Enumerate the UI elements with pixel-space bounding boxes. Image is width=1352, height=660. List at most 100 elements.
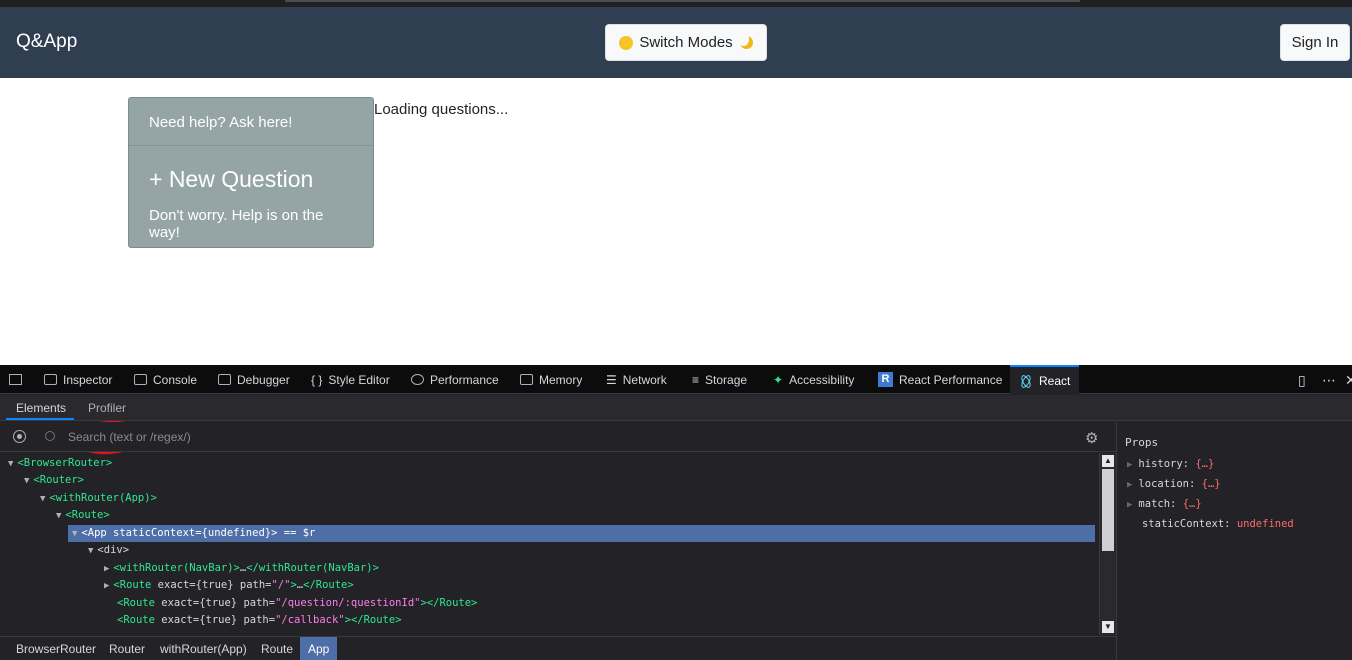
breadcrumb: BrowserRouter Router withRouter(App) Rou… bbox=[0, 636, 1116, 660]
tab-memory[interactable]: Memory bbox=[520, 365, 582, 394]
tree-tag: <Route bbox=[117, 597, 155, 609]
breadcrumb-item-active[interactable]: App bbox=[300, 637, 338, 660]
expand-arrow-icon[interactable]: ▶ bbox=[1127, 500, 1132, 510]
component-tree: ▼ <BrowserRouter> ▼ <Router> ▼ <withRouter(… bbox=[0, 453, 1098, 635]
new-question-card[interactable]: Need help? Ask here! + New Question Don'… bbox=[128, 97, 374, 248]
more-options-icon[interactable]: ⋯ bbox=[1322, 372, 1336, 389]
tree-attr-value: "/callback" bbox=[275, 614, 345, 626]
loading-questions-text: Loading questions... bbox=[374, 101, 509, 118]
expand-arrow-icon[interactable]: ▶ bbox=[1127, 480, 1132, 490]
card-header: Need help? Ask here! bbox=[129, 98, 373, 146]
tab-label: Storage bbox=[705, 372, 748, 387]
tree-tag: <Router> bbox=[33, 474, 84, 486]
scroll-thumb[interactable] bbox=[1102, 469, 1114, 551]
scroll-up-icon[interactable]: ▲ bbox=[1102, 455, 1114, 467]
breadcrumb-item[interactable]: Route bbox=[253, 637, 301, 660]
target-icon[interactable] bbox=[13, 430, 26, 443]
prop-row[interactable]: ▶ location: {…} bbox=[1127, 474, 1221, 494]
tab-react-performance[interactable]: R React Performance bbox=[878, 365, 1002, 394]
tree-row[interactable]: ▶ <withRouter(NavBar)>…</withRouter(NavBa… bbox=[104, 560, 379, 577]
console-icon bbox=[134, 374, 147, 385]
tab-style-editor[interactable]: { } Style Editor bbox=[311, 365, 390, 394]
tree-row[interactable]: <Route exact={true} path="/callback"></R… bbox=[117, 612, 402, 629]
prop-row[interactable]: ▶ history: {…} bbox=[1127, 454, 1214, 474]
search-input[interactable] bbox=[62, 426, 962, 448]
breadcrumb-item[interactable]: Router bbox=[101, 637, 153, 660]
dock-side-icon[interactable]: ▯ bbox=[1298, 372, 1306, 389]
prop-key: history: bbox=[1138, 458, 1189, 470]
gear-icon[interactable]: ⚙ bbox=[1085, 429, 1098, 447]
subtab-elements[interactable]: Elements bbox=[16, 401, 66, 415]
tree-row[interactable]: ▼ <Router> bbox=[24, 472, 84, 489]
sign-in-button[interactable]: Sign In bbox=[1280, 24, 1350, 61]
switch-modes-label: Switch Modes bbox=[639, 34, 733, 51]
search-row: ⚙ bbox=[0, 422, 1116, 452]
tab-label: Memory bbox=[539, 372, 583, 387]
breadcrumb-item[interactable]: withRouter(App) bbox=[152, 637, 255, 660]
tab-console[interactable]: Console bbox=[134, 365, 197, 394]
app-brand[interactable]: Q&App bbox=[16, 31, 77, 53]
tree-attr-value: "/question/:questionId" bbox=[275, 597, 421, 609]
scroll-down-icon[interactable]: ▼ bbox=[1102, 621, 1114, 633]
tab-label: Debugger bbox=[237, 372, 290, 387]
react-atom-icon bbox=[1019, 374, 1033, 388]
expand-arrow-icon[interactable]: ▼ bbox=[24, 476, 29, 486]
prop-key: match: bbox=[1138, 498, 1177, 510]
devtools-panel: Inspector Console Debugger { } Style Edit… bbox=[0, 365, 1352, 660]
expand-arrow-icon[interactable]: ▼ bbox=[88, 546, 93, 556]
tree-attr: exact= bbox=[154, 597, 200, 609]
tree-tag: <BrowserRouter> bbox=[17, 457, 113, 469]
expand-arrow-icon[interactable]: ▶ bbox=[104, 564, 109, 574]
tree-row[interactable]: <Route exact={true} path="/question/:que… bbox=[117, 595, 477, 612]
tree-row-selected[interactable]: ▼ <App staticContext={undefined}> == $r bbox=[68, 525, 1095, 542]
tree-attr: path= bbox=[237, 614, 276, 626]
close-icon[interactable]: ✕ bbox=[1345, 372, 1352, 389]
expand-arrow-icon[interactable]: ▶ bbox=[104, 581, 109, 591]
prop-value: {…} bbox=[1201, 478, 1221, 490]
tab-performance[interactable]: Performance bbox=[411, 365, 499, 394]
tab-label: React Performance bbox=[899, 372, 1003, 387]
tab-storage[interactable]: ≡ Storage bbox=[692, 365, 747, 394]
tab-accessibility[interactable]: ✦ Accessibility bbox=[773, 365, 854, 394]
props-pane: Props ▶ history: {…} ▶ location: {…} ▶ matc… bbox=[1116, 422, 1352, 660]
tree-tag: </withRouter(NavBar)> bbox=[246, 562, 379, 574]
expand-arrow-icon[interactable]: ▼ bbox=[72, 529, 77, 539]
tree-attr-value: {true} bbox=[199, 614, 238, 626]
tree-row[interactable]: ▼ <div> bbox=[88, 542, 129, 559]
moon-icon bbox=[737, 34, 754, 51]
prop-row[interactable]: ▶ match: {…} bbox=[1127, 494, 1202, 514]
tree-scrollbar[interactable]: ▲ ▼ bbox=[1099, 453, 1116, 635]
accessibility-icon: ✦ bbox=[773, 372, 784, 387]
storage-icon: ≡ bbox=[692, 372, 700, 387]
tab-inspector[interactable]: Inspector bbox=[44, 365, 112, 394]
tree-tag: <withRouter(NavBar)> bbox=[113, 562, 240, 574]
expand-arrow-icon[interactable]: ▼ bbox=[40, 494, 45, 504]
tree-attr-value: {true} bbox=[195, 579, 234, 591]
tree-tag: </Route> bbox=[303, 579, 354, 591]
tree-row[interactable]: ▼ <Route> bbox=[56, 507, 110, 524]
tree-attr-value: {undefined} bbox=[201, 527, 272, 539]
active-subtab-indicator bbox=[6, 418, 74, 420]
expand-arrow-icon[interactable]: ▶ bbox=[1127, 460, 1132, 470]
new-question-title: + New Question bbox=[149, 166, 314, 192]
debugger-icon bbox=[218, 374, 231, 385]
tab-react[interactable]: React bbox=[1010, 365, 1079, 394]
prop-value: {…} bbox=[1182, 498, 1202, 510]
card-text: Don't worry. Help is on the way! bbox=[149, 207, 324, 241]
subtab-profiler[interactable]: Profiler bbox=[88, 401, 126, 415]
tree-row[interactable]: ▼ <withRouter(App)> bbox=[40, 490, 157, 507]
tab-network[interactable]: ☰ Network bbox=[606, 365, 667, 394]
element-picker-icon[interactable] bbox=[9, 374, 22, 385]
expand-arrow-icon[interactable]: ▼ bbox=[8, 459, 13, 469]
tab-debugger[interactable]: Debugger bbox=[218, 365, 290, 394]
tab-label: Network bbox=[622, 372, 667, 387]
prop-row[interactable]: staticContext: undefined bbox=[1142, 514, 1294, 534]
tree-tag: <Route> bbox=[65, 509, 110, 521]
tree-row[interactable]: ▶ <Route exact={true} path="/">…</Route> bbox=[104, 577, 354, 594]
switch-modes-button[interactable]: Switch Modes bbox=[605, 24, 767, 61]
breadcrumb-item[interactable]: BrowserRouter bbox=[8, 637, 104, 660]
prop-value: undefined bbox=[1236, 518, 1294, 530]
tree-tag: <Route bbox=[117, 614, 155, 626]
tree-row[interactable]: ▼ <BrowserRouter> bbox=[8, 455, 112, 472]
expand-arrow-icon[interactable]: ▼ bbox=[56, 511, 61, 521]
